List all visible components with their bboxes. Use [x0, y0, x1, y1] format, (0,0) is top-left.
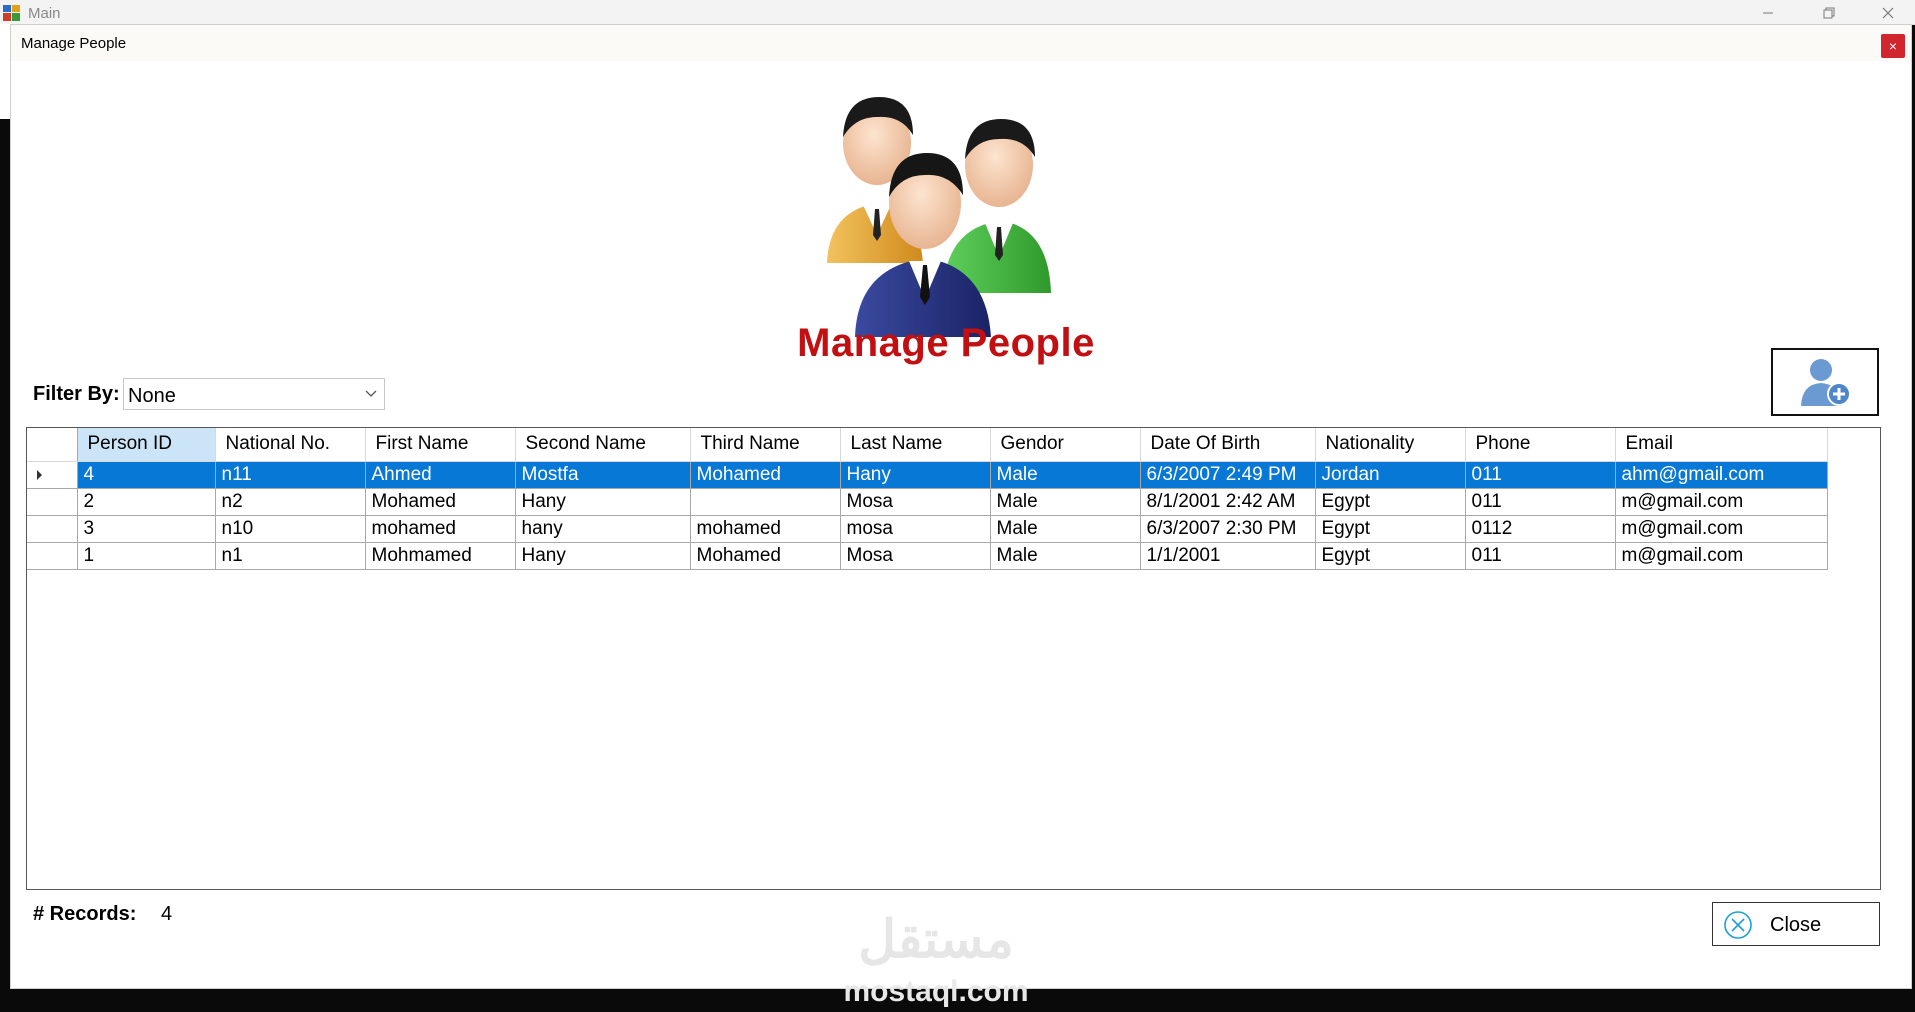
table-cell[interactable]: Male	[990, 461, 1141, 489]
table-cell[interactable]: Egypt	[1315, 515, 1466, 543]
table-cell[interactable]: 1	[77, 542, 216, 570]
close-button[interactable]: Close	[1712, 902, 1880, 946]
table-cell[interactable]: 011	[1465, 488, 1616, 516]
add-user-icon	[1801, 359, 1851, 406]
table-cell[interactable]: Hany	[515, 488, 691, 516]
add-person-button[interactable]	[1771, 348, 1879, 416]
table-row[interactable]: 3 n10 mohamed hany mohamed mosa Male 6/3/2007 2…	[27, 515, 1828, 543]
table-cell[interactable]: mohamed	[365, 515, 516, 543]
row-header[interactable]	[27, 515, 78, 543]
close-circle-icon	[1724, 911, 1752, 939]
table-cell[interactable]	[690, 488, 841, 516]
table-cell[interactable]: 4	[77, 461, 216, 489]
table-cell[interactable]: n11	[215, 461, 366, 489]
restore-icon	[1823, 7, 1835, 19]
window-close-button[interactable]	[1865, 0, 1911, 26]
table-cell[interactable]: 2	[77, 488, 216, 516]
restore-button[interactable]	[1806, 0, 1852, 26]
app-icon	[3, 5, 20, 21]
column-header[interactable]: Email	[1615, 428, 1828, 462]
main-window-titlebar: Main	[0, 0, 1915, 25]
table-row[interactable]: 1 n1 Mohmamed Hany Mohamed Mosa Male 1/1/2001 Eg…	[27, 542, 1828, 570]
table-cell[interactable]: Egypt	[1315, 488, 1466, 516]
people-grid[interactable]: Person ID National No. First Name Second Na…	[26, 427, 1881, 890]
row-header[interactable]	[27, 542, 78, 570]
column-header[interactable]: Nationality	[1315, 428, 1466, 462]
table-cell[interactable]: Mohamed	[690, 461, 841, 489]
table-cell[interactable]: m@gmail.com	[1615, 542, 1828, 570]
table-cell[interactable]: 011	[1465, 542, 1616, 570]
row-header-corner	[27, 428, 78, 462]
table-cell[interactable]: 8/1/2001 2:42 AM	[1140, 488, 1316, 516]
watermark-arabic: مستقل	[858, 911, 1014, 969]
column-header[interactable]: Last Name	[840, 428, 991, 462]
table-cell[interactable]: m@gmail.com	[1615, 488, 1828, 516]
chevron-down-icon	[365, 390, 377, 397]
table-cell[interactable]: Mohamed	[365, 488, 516, 516]
table-cell[interactable]: Mosa	[840, 542, 991, 570]
table-cell[interactable]: mosa	[840, 515, 991, 543]
column-header[interactable]: First Name	[365, 428, 516, 462]
watermark: mostaql.com	[843, 975, 1029, 1008]
table-cell[interactable]: Male	[990, 488, 1141, 516]
table-cell[interactable]: Male	[990, 542, 1141, 570]
dialog-titlebar: Manage People ×	[11, 25, 1911, 61]
table-cell[interactable]: m@gmail.com	[1615, 515, 1828, 543]
table-row[interactable]: 2 n2 Mohamed Hany Mosa Male 8/1/2001 2:42 AM Eg…	[27, 488, 1828, 516]
column-header[interactable]: Third Name	[690, 428, 841, 462]
table-cell[interactable]: 1/1/2001	[1140, 542, 1316, 570]
table-cell[interactable]: 3	[77, 515, 216, 543]
table-cell[interactable]: Mohmamed	[365, 542, 516, 570]
page-title: Manage People	[797, 321, 1095, 365]
records-count: 4	[161, 903, 173, 925]
filter-selected-value: None	[128, 385, 176, 407]
table-cell[interactable]: n2	[215, 488, 366, 516]
people-table: Person ID National No. First Name Second Na…	[27, 428, 1828, 570]
table-cell[interactable]: Ahmed	[365, 461, 516, 489]
table-cell[interactable]: Mostfa	[515, 461, 691, 489]
current-row-arrow-icon	[37, 469, 42, 480]
minimize-icon	[1763, 12, 1773, 14]
column-header[interactable]: Gendor	[990, 428, 1141, 462]
table-cell[interactable]: mohamed	[690, 515, 841, 543]
records-label: # Records:	[33, 903, 137, 925]
table-cell[interactable]: Jordan	[1315, 461, 1466, 489]
table-cell[interactable]: 6/3/2007 2:30 PM	[1140, 515, 1316, 543]
table-cell[interactable]: Hany	[840, 461, 991, 489]
table-cell[interactable]: 011	[1465, 461, 1616, 489]
row-header[interactable]	[27, 488, 78, 516]
close-icon	[1882, 7, 1894, 19]
table-cell[interactable]: ahm@gmail.com	[1615, 461, 1828, 489]
column-header[interactable]: National No.	[215, 428, 366, 462]
column-header[interactable]: Phone	[1465, 428, 1616, 462]
main-window-title: Main	[28, 5, 61, 22]
people-group-icon	[827, 97, 1051, 337]
table-cell[interactable]: Male	[990, 515, 1141, 543]
column-header[interactable]: Second Name	[515, 428, 691, 462]
row-header[interactable]	[27, 461, 78, 489]
table-cell[interactable]: n10	[215, 515, 366, 543]
column-header[interactable]: Date Of Birth	[1140, 428, 1316, 462]
table-cell[interactable]: Egypt	[1315, 542, 1466, 570]
dialog-title: Manage People	[21, 35, 127, 52]
table-row[interactable]: 4 n11 Ahmed Mostfa Mohamed Hany Male 6/3/2007 2…	[27, 461, 1828, 489]
manage-people-dialog: Manage People × Manage People Filter By:…	[10, 24, 1912, 1008]
filter-label: Filter By:	[33, 383, 120, 405]
table-cell[interactable]: n1	[215, 542, 366, 570]
close-button-label: Close	[1770, 914, 1822, 936]
minimize-button[interactable]	[1745, 0, 1791, 26]
column-header[interactable]: Person ID	[77, 428, 216, 462]
table-cell[interactable]: Mohamed	[690, 542, 841, 570]
table-cell[interactable]: Hany	[515, 542, 691, 570]
table-cell[interactable]: hany	[515, 515, 691, 543]
table-cell[interactable]: 6/3/2007 2:49 PM	[1140, 461, 1316, 489]
filter-dropdown[interactable]: None	[123, 378, 385, 410]
table-cell[interactable]: Mosa	[840, 488, 991, 516]
grid-header-row: Person ID National No. First Name Second Na…	[27, 428, 1828, 462]
table-cell[interactable]: 0112	[1465, 515, 1616, 543]
dialog-close-button[interactable]: ×	[1881, 34, 1905, 58]
